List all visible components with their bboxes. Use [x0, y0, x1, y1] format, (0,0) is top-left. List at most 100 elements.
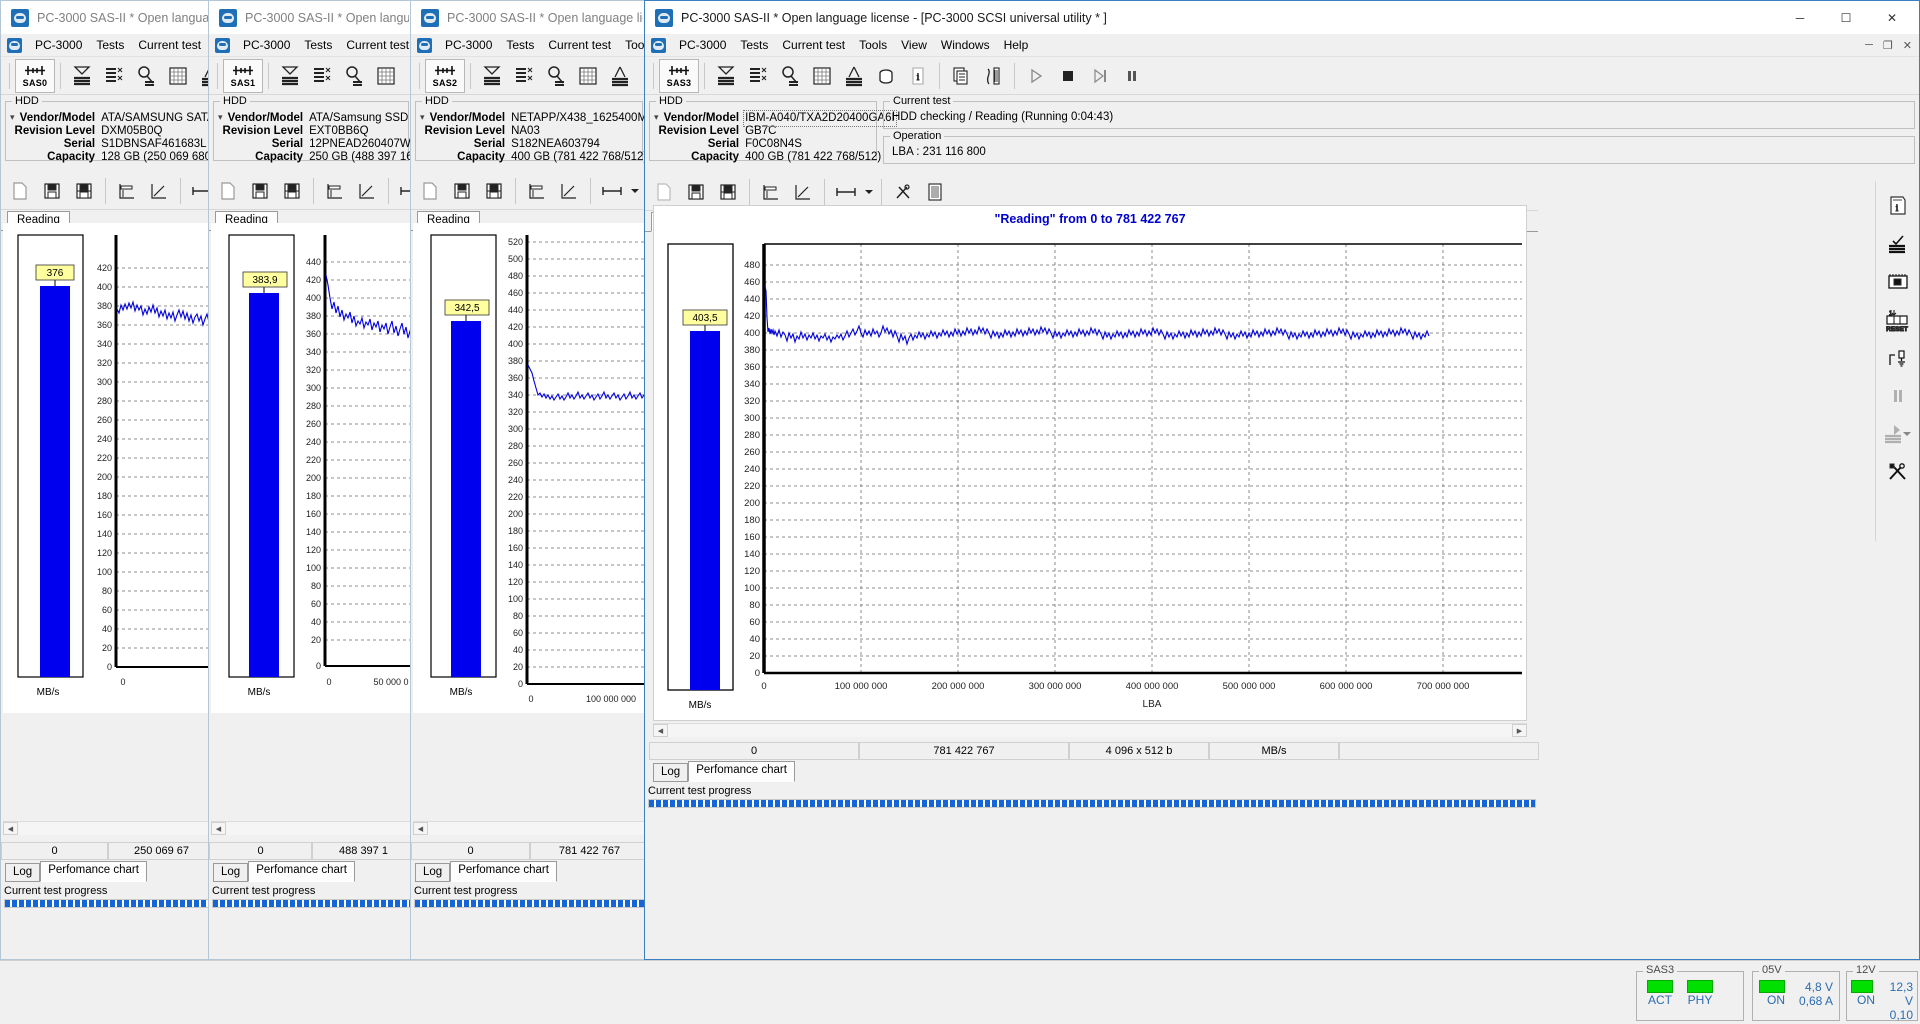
scroll-gutter[interactable]	[226, 822, 411, 835]
menu-windows[interactable]: Windows	[934, 36, 997, 54]
pause-icon[interactable]	[1879, 377, 1917, 415]
grid-icon[interactable]	[370, 59, 402, 93]
chart-line-icon[interactable]	[787, 175, 819, 209]
mdi-window-controls[interactable]: ─ ❐ ✕	[1860, 39, 1919, 52]
chart-area-icon[interactable]	[319, 174, 351, 208]
tools-icon[interactable]	[1879, 453, 1917, 491]
maximize-button[interactable]: ☐	[1823, 1, 1869, 34]
ruler-icon[interactable]	[830, 175, 862, 209]
port-button-sas3[interactable]: SAS3	[659, 59, 699, 93]
scroll-gutter[interactable]	[668, 724, 1512, 737]
new-doc-icon[interactable]	[212, 174, 244, 208]
menu-tests[interactable]: Tests	[733, 36, 775, 54]
menu-current-test[interactable]: Current test	[541, 36, 618, 54]
menu-view[interactable]: View	[894, 36, 934, 54]
tab-log[interactable]: Log	[653, 763, 688, 782]
menu-brand[interactable]: PC-3000	[438, 36, 499, 54]
titlebar-sas3[interactable]: PC-3000 SAS-II * Open language license -…	[645, 1, 1919, 34]
titlebar-sas2[interactable]: PC-3000 SAS-II * Open language license -…	[411, 1, 647, 34]
new-doc-icon[interactable]	[648, 175, 680, 209]
hscroll-sas3[interactable]: ◀ ▶	[653, 723, 1527, 737]
pause-icon[interactable]	[1116, 59, 1148, 93]
mdi-restore-button[interactable]: ❐	[1878, 39, 1898, 52]
grid-icon[interactable]	[806, 59, 838, 93]
scroll-left-arrow[interactable]: ◀	[211, 822, 226, 835]
right-vertical-toolbar[interactable]: i 1RESET	[1875, 181, 1919, 541]
scroll-gutter[interactable]	[428, 822, 645, 835]
chart-toolbar-sas0[interactable]	[1, 172, 213, 210]
tab-performance-chart[interactable]: Perfomance chart	[40, 861, 147, 882]
menu-brand[interactable]: PC-3000	[236, 36, 297, 54]
menubar-sas2[interactable]: PC-3000 Tests Current test Tools View	[411, 34, 647, 57]
chevron-down-icon[interactable]	[862, 175, 876, 209]
bottom-tabs-sas1[interactable]: Log Perfomance chart	[209, 861, 414, 882]
ruler-icon[interactable]	[596, 174, 628, 208]
copy-icon[interactable]	[945, 59, 977, 93]
tab-performance-chart[interactable]: Perfomance chart	[248, 861, 355, 882]
funnel-icon[interactable]	[274, 59, 306, 93]
play-icon[interactable]	[1020, 59, 1052, 93]
scroll-right-arrow[interactable]: ▶	[1512, 724, 1527, 737]
menu-current-test[interactable]: Current test	[131, 36, 208, 54]
search-icon[interactable]	[540, 59, 572, 93]
chart-area-icon[interactable]	[755, 175, 787, 209]
chart-toolbar-sas1[interactable]	[209, 172, 413, 210]
minimize-button[interactable]: ─	[1777, 1, 1823, 34]
tab-performance-chart[interactable]: Perfomance chart	[688, 761, 795, 782]
scroll-left-arrow[interactable]: ◀	[653, 724, 668, 737]
funnel-icon[interactable]	[710, 59, 742, 93]
save-all-icon[interactable]	[712, 175, 744, 209]
hscroll-sas2[interactable]: ◀	[413, 821, 645, 835]
menubar-sas1[interactable]: PC-3000 Tests Current test Tools	[209, 34, 413, 57]
new-doc-icon[interactable]	[4, 174, 36, 208]
toolbar-sas3[interactable]: SAS3 i	[645, 57, 1919, 95]
chart-line-icon[interactable]	[143, 174, 175, 208]
menu-brand[interactable]: PC-3000	[672, 36, 733, 54]
list-icon[interactable]	[306, 59, 338, 93]
window-sas3[interactable]: PC-3000 SAS-II * Open language license -…	[644, 0, 1920, 960]
bottom-tabs-sas2[interactable]: Log Perfomance chart	[411, 861, 648, 882]
mdi-minimize-button[interactable]: ─	[1860, 39, 1878, 51]
tab-log[interactable]: Log	[415, 863, 450, 882]
save-icon[interactable]	[244, 174, 276, 208]
antenna-icon[interactable]	[604, 59, 636, 93]
menu-help[interactable]: Help	[997, 36, 1036, 54]
scroll-gutter[interactable]	[18, 822, 211, 835]
window-controls[interactable]: ─ ☐ ✕	[1777, 1, 1915, 34]
port-button-sas0[interactable]: SAS0	[15, 59, 55, 93]
scroll-left-arrow[interactable]: ◀	[413, 822, 428, 835]
port-button-sas1[interactable]: SAS1	[223, 59, 263, 93]
save-icon[interactable]	[680, 175, 712, 209]
close-button[interactable]: ✕	[1869, 1, 1915, 34]
menu-tests[interactable]: Tests	[499, 36, 541, 54]
funnel-icon[interactable]	[476, 59, 508, 93]
info-doc-icon[interactable]: i	[902, 59, 934, 93]
window-sas2[interactable]: PC-3000 SAS-II * Open language license -…	[410, 0, 648, 960]
stop-icon[interactable]	[1052, 59, 1084, 93]
funnel-icon[interactable]	[66, 59, 98, 93]
chart-line-icon[interactable]	[553, 174, 585, 208]
chart-line-icon[interactable]	[351, 174, 383, 208]
window-sas1[interactable]: PC-3000 SAS-II * Open language license -…	[208, 0, 414, 960]
menubar-sas3[interactable]: PC-3000 Tests Current test Tools View Wi…	[645, 34, 1919, 57]
chart-area-icon[interactable]	[111, 174, 143, 208]
grid-icon[interactable]	[162, 59, 194, 93]
toolbar-sas2[interactable]: SAS2 i	[411, 57, 647, 95]
hscroll-sas1[interactable]: ◀	[211, 821, 411, 835]
save-icon[interactable]	[36, 174, 68, 208]
board-icon[interactable]	[1879, 263, 1917, 301]
drum-icon[interactable]	[870, 59, 902, 93]
titlebar-sas0[interactable]: PC-3000 SAS-II * Open language license -…	[1, 1, 213, 34]
save-icon[interactable]	[446, 174, 478, 208]
tools-icon[interactable]	[887, 175, 919, 209]
list-icon[interactable]	[508, 59, 540, 93]
port-button-sas2[interactable]: SAS2	[425, 59, 465, 93]
chart-toolbar-sas2[interactable]	[411, 172, 647, 210]
menu-brand[interactable]: PC-3000	[28, 36, 89, 54]
chart-area-icon[interactable]	[521, 174, 553, 208]
search-icon[interactable]	[774, 59, 806, 93]
menubar-sas0[interactable]: PC-3000 Tests Current test Tools V	[1, 34, 213, 57]
menu-tests[interactable]: Tests	[89, 36, 131, 54]
menu-tools[interactable]: Tools	[618, 36, 647, 54]
tab-performance-chart[interactable]: Perfomance chart	[450, 861, 557, 882]
